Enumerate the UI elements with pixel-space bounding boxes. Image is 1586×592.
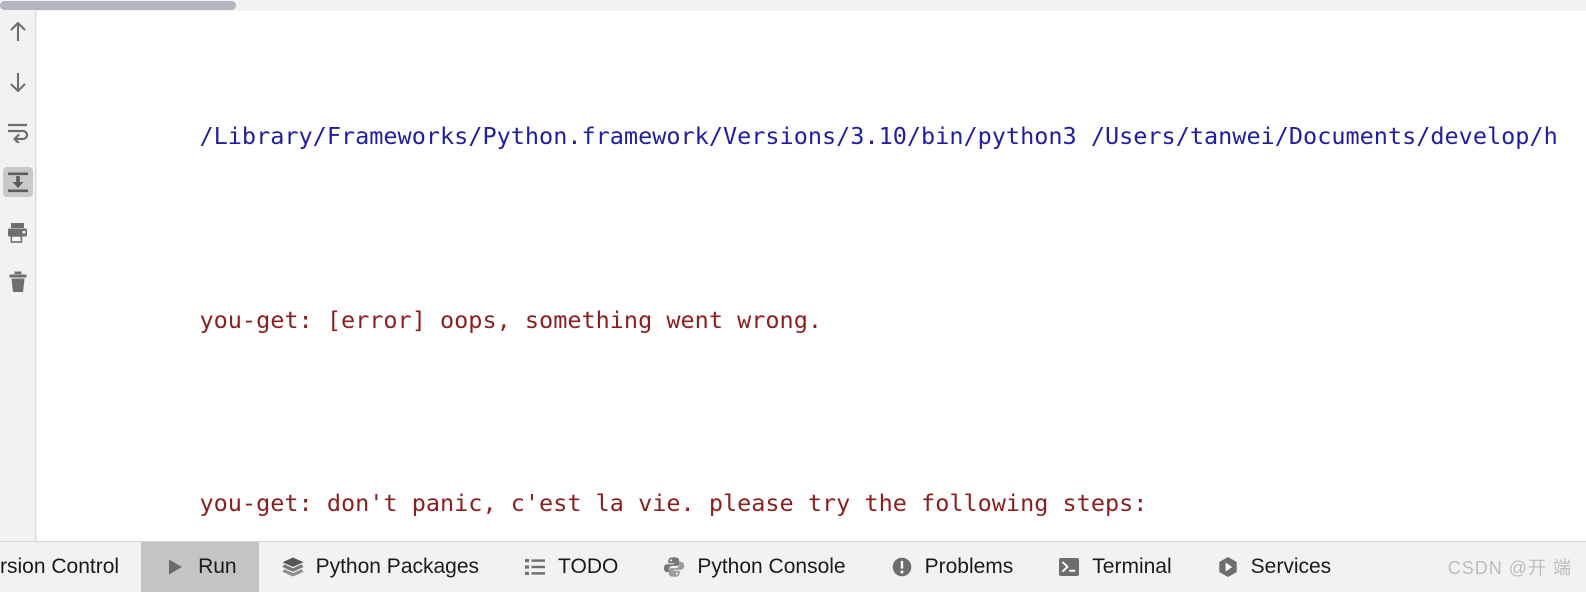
console-output-surface[interactable]: /Library/Frameworks/Python.framework/Ver… xyxy=(37,11,1586,541)
csdn-watermark: CSDN @开 端 xyxy=(1447,558,1572,578)
tab-label: Python Console xyxy=(697,555,846,578)
tab-label: Python Packages xyxy=(315,555,480,578)
tool-window-bar: rsion Control Run Python Packages TODO P… xyxy=(0,541,1586,592)
console-line-list: /Library/Frameworks/Python.framework/Ver… xyxy=(58,18,1558,541)
horizontal-scrollbar-thumb[interactable] xyxy=(0,1,236,10)
python-icon xyxy=(662,555,686,579)
print-icon[interactable] xyxy=(3,217,33,247)
tab-run[interactable]: Run xyxy=(141,542,259,592)
console-line: you-get: [error] oops, something went wr… xyxy=(58,256,1558,386)
tab-label: rsion Control xyxy=(0,555,120,578)
services-play-icon xyxy=(1216,555,1240,579)
tab-label: TODO xyxy=(558,555,619,578)
tab-label: Run xyxy=(198,555,237,578)
tab-terminal[interactable]: Terminal xyxy=(1035,542,1193,592)
tab-label: Terminal xyxy=(1092,555,1172,578)
soft-wrap-icon[interactable] xyxy=(3,117,33,147)
console-area: /Library/Frameworks/Python.framework/Ver… xyxy=(0,11,1586,541)
tab-python-packages[interactable]: Python Packages xyxy=(259,542,501,592)
scroll-to-end-icon[interactable] xyxy=(2,167,33,197)
layers-icon xyxy=(281,555,305,579)
exclamation-circle-icon xyxy=(890,555,914,579)
horizontal-scrollbar-track[interactable] xyxy=(0,0,1586,11)
console-line: /Library/Frameworks/Python.framework/Ver… xyxy=(58,72,1558,202)
error-text: you-get: don't panic, c'est la vie. plea… xyxy=(199,489,1148,518)
tab-version-control[interactable]: rsion Control xyxy=(0,542,141,592)
tab-label: Services xyxy=(1250,555,1332,578)
list-icon xyxy=(523,555,547,579)
tab-problems[interactable]: Problems xyxy=(868,542,1036,592)
console-gutter-toolbar xyxy=(0,11,36,541)
down-arrow-icon[interactable] xyxy=(3,67,33,97)
terminal-icon xyxy=(1057,555,1081,579)
tab-label: Problems xyxy=(924,555,1014,578)
tab-services[interactable]: Services xyxy=(1194,542,1354,592)
tab-todo[interactable]: TODO xyxy=(501,542,640,592)
up-arrow-icon[interactable] xyxy=(3,17,33,47)
trash-icon[interactable] xyxy=(3,267,33,297)
tab-python-console[interactable]: Python Console xyxy=(640,542,867,592)
pycharm-run-console-window: /Library/Frameworks/Python.framework/Ver… xyxy=(0,0,1586,592)
console-line: you-get: don't panic, c'est la vie. plea… xyxy=(58,439,1558,541)
error-text: you-get: [error] oops, something went wr… xyxy=(199,305,823,334)
python-command-text: /Library/Frameworks/Python.framework/Ver… xyxy=(199,122,1558,151)
play-icon xyxy=(163,555,187,579)
